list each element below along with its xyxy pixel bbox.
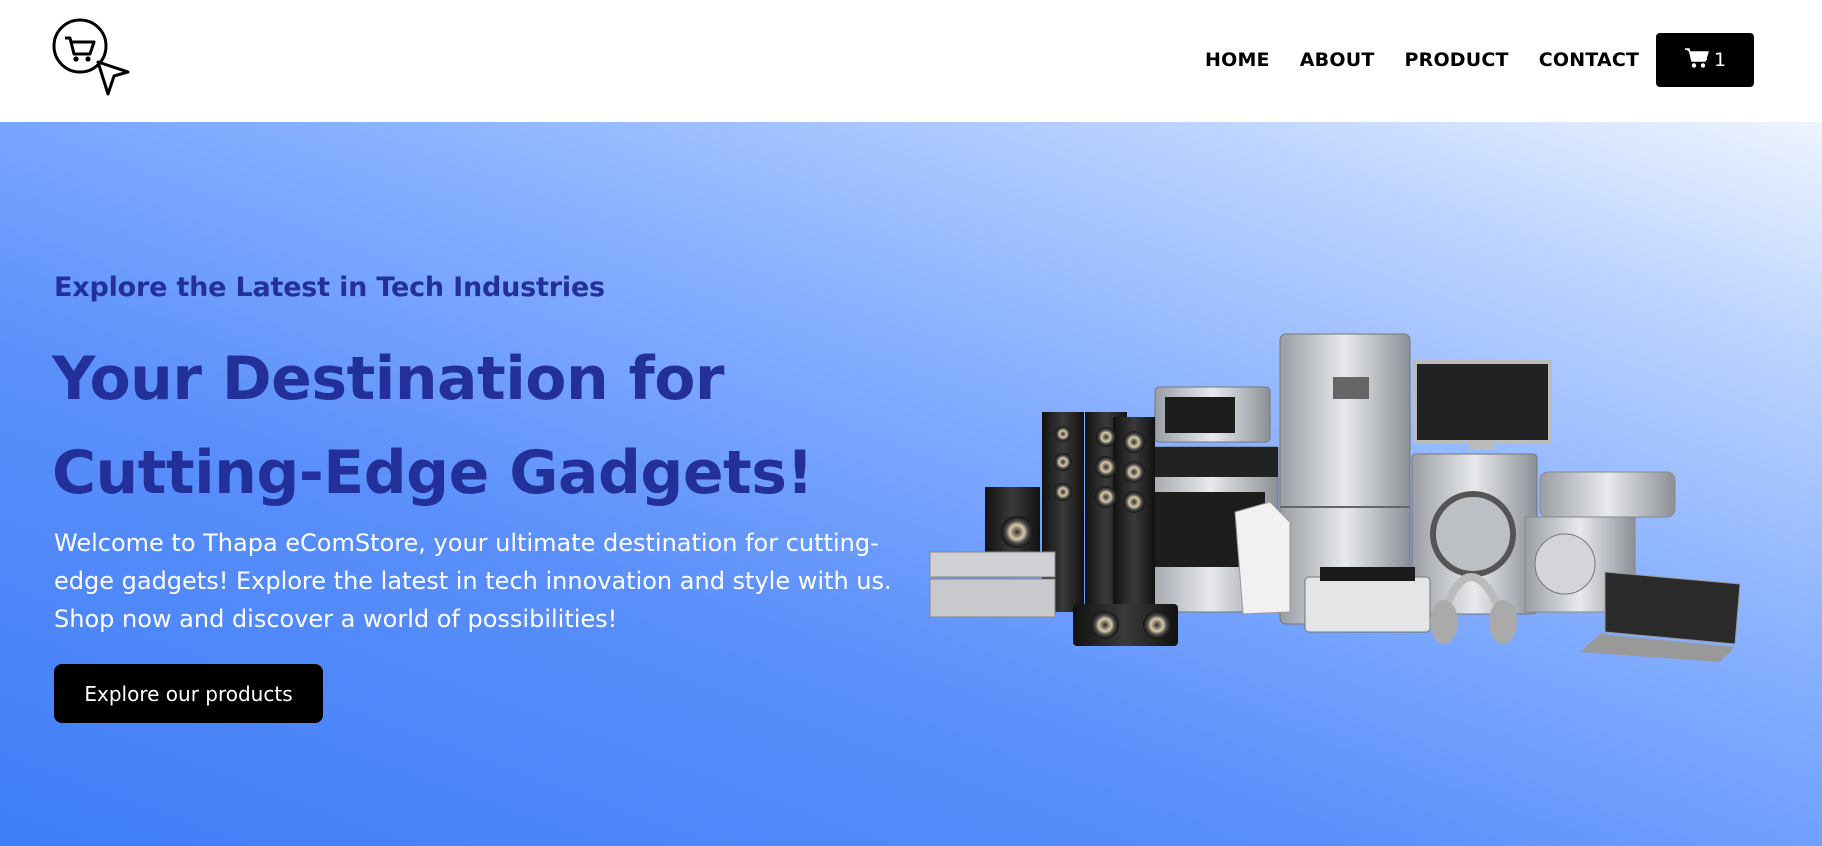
nav-product[interactable]: PRODUCT (1404, 47, 1508, 73)
nav-contact[interactable]: CONTACT (1539, 47, 1640, 73)
nav-about[interactable]: ABOUT (1300, 47, 1375, 73)
site-header: HOME ABOUT PRODUCT CONTACT 1 (0, 0, 1822, 122)
nav-home[interactable]: HOME (1205, 47, 1270, 73)
hero-headline-line1: Your Destination for (52, 344, 725, 414)
cart-cursor-logo-icon[interactable] (52, 18, 132, 98)
hero-section: Explore the Latest in Tech Industries Yo… (0, 122, 1822, 846)
hero-description: Welcome to Thapa eComStore, your ultimat… (54, 529, 892, 633)
cart-icon (1684, 47, 1710, 73)
hero-headline-line2: Cutting-Edge Gadgets! (52, 438, 814, 508)
explore-products-button[interactable]: Explore our products (54, 664, 323, 723)
cart-button[interactable]: 1 (1656, 33, 1754, 87)
hero-eyebrow: Explore the Latest in Tech Industries (54, 272, 605, 303)
cart-count: 1 (1713, 49, 1727, 71)
gadgets-image (925, 322, 1755, 782)
hero-headline: Your Destination for Cutting-Edge Gadget… (52, 332, 912, 520)
main-nav: HOME ABOUT PRODUCT CONTACT (1205, 47, 1669, 73)
